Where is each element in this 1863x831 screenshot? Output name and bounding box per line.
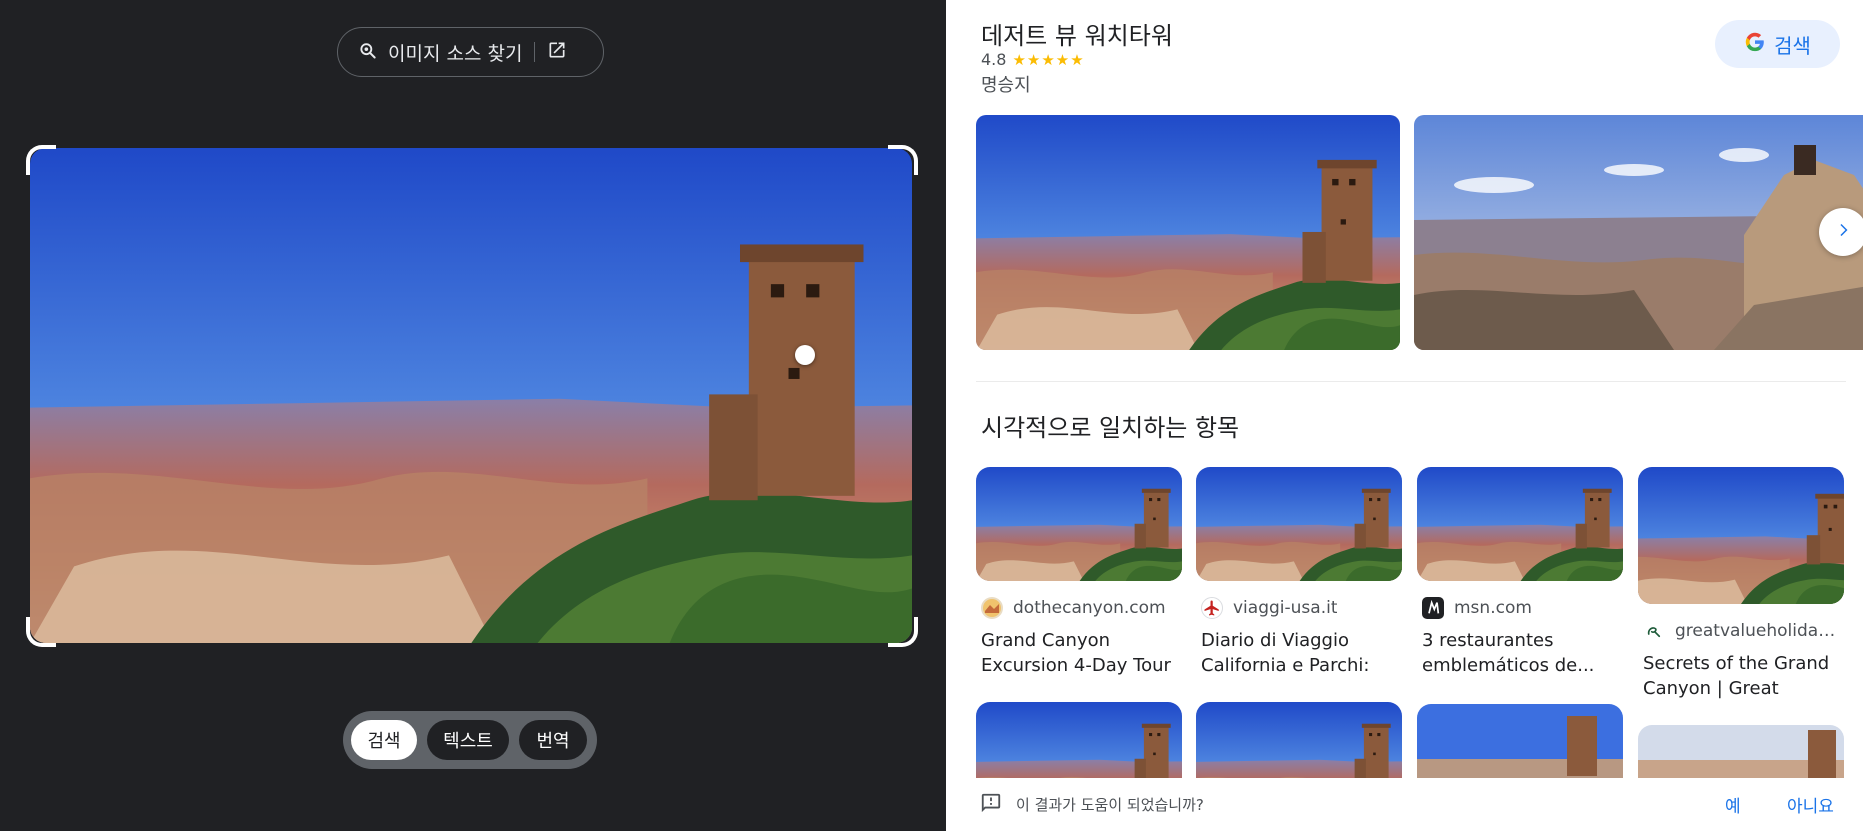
match-source: msn.com: [1417, 597, 1623, 619]
object-hotspot-dot[interactable]: [795, 345, 815, 365]
match-site: msn.com: [1454, 598, 1532, 618]
match-title[interactable]: Secrets of the Grand Canyon | Great Valu…: [1638, 651, 1844, 701]
visual-match-card[interactable]: viaggi-usa.it Diario di Viaggio Californ…: [1196, 467, 1402, 678]
star-rating-icon: ★★★★★: [1012, 50, 1085, 69]
crop-handle-top-right[interactable]: [888, 145, 918, 175]
greatvalue-favicon-icon: [1643, 620, 1665, 642]
entity-title: 데저트 뷰 워치타워: [981, 22, 1173, 50]
feedback-icon: [980, 792, 1002, 818]
image-preview-panel: 이미지 소스 찾기 검색 텍스트 번역: [0, 0, 946, 831]
visual-matches-title: 시각적으로 일치하는 항목: [981, 414, 1240, 442]
chevron-right-icon: [1834, 221, 1852, 243]
entity-image[interactable]: [976, 115, 1400, 350]
feedback-question: 이 결과가 도움이 되었습니까?: [1016, 796, 1204, 814]
match-source: viaggi-usa.it: [1196, 597, 1402, 619]
match-source: dothecanyon.com: [976, 597, 1182, 619]
match-title[interactable]: Diario di Viaggio California e Parchi: 2…: [1196, 628, 1402, 678]
results-panel: 데저트 뷰 워치타워 4.8 ★★★★★ 명승지 검색 시각적으로 일치하는 항…: [946, 0, 1863, 831]
google-logo-icon: [1744, 31, 1766, 57]
match-thumbnail[interactable]: [1196, 467, 1402, 581]
visual-match-card[interactable]: msn.com 3 restaurantes emblemáticos de..…: [1417, 467, 1623, 678]
entity-type: 명승지: [981, 75, 1031, 96]
crop-handle-bottom-right[interactable]: [888, 617, 918, 647]
feedback-no-button[interactable]: 아니요: [1787, 792, 1834, 817]
visual-match-card[interactable]: greatvalueholidays... Secrets of the Gra…: [1638, 467, 1844, 701]
match-site: viaggi-usa.it: [1233, 598, 1338, 618]
feedback-yes-button[interactable]: 예: [1725, 792, 1741, 817]
match-thumbnail[interactable]: [1638, 725, 1844, 778]
google-search-button[interactable]: 검색: [1715, 20, 1840, 68]
match-thumbnail[interactable]: [1196, 702, 1402, 778]
mode-text-button[interactable]: 텍스트: [427, 720, 509, 760]
entity-image[interactable]: [1414, 115, 1863, 350]
feedback-bar: 이 결과가 도움이 되었습니까? 예 아니요: [946, 778, 1863, 831]
match-thumbnail[interactable]: [1638, 467, 1844, 604]
lens-search-icon: [358, 40, 378, 64]
selected-image[interactable]: [30, 148, 912, 643]
visual-match-card[interactable]: dothecanyon.com Grand Canyon Excursion 4…: [976, 467, 1182, 678]
google-search-label: 검색: [1774, 33, 1811, 58]
match-title[interactable]: 3 restaurantes emblemáticos de...: [1417, 628, 1623, 678]
crop-handle-bottom-left[interactable]: [26, 617, 56, 647]
find-image-source-label: 이미지 소스 찾기: [388, 42, 523, 65]
match-thumbnail[interactable]: [1417, 704, 1623, 778]
mode-translate-button[interactable]: 번역: [519, 720, 587, 760]
dothecanyon-favicon-icon: [981, 597, 1003, 619]
section-divider: [976, 381, 1846, 382]
match-thumbnail[interactable]: [976, 702, 1182, 778]
open-in-new-icon[interactable]: [547, 40, 567, 64]
entity-rating: 4.8 ★★★★★: [981, 50, 1085, 69]
carousel-next-button[interactable]: [1819, 208, 1863, 256]
crop-handle-top-left[interactable]: [26, 145, 56, 175]
match-thumbnail[interactable]: [976, 467, 1182, 581]
match-site: greatvalueholidays...: [1675, 621, 1844, 641]
divider: [534, 42, 536, 62]
match-site: dothecanyon.com: [1013, 598, 1166, 618]
match-source: greatvalueholidays...: [1638, 620, 1844, 642]
match-title[interactable]: Grand Canyon Excursion 4-Day Tour: [976, 628, 1182, 678]
msn-favicon-icon: [1422, 597, 1444, 619]
find-image-source-button[interactable]: 이미지 소스 찾기: [337, 27, 604, 77]
mode-switcher: 검색 텍스트 번역: [343, 711, 597, 769]
rating-value: 4.8: [981, 50, 1007, 69]
match-thumbnail[interactable]: [1417, 467, 1623, 581]
mode-search-button[interactable]: 검색: [351, 720, 417, 760]
airplane-favicon-icon: [1201, 597, 1223, 619]
